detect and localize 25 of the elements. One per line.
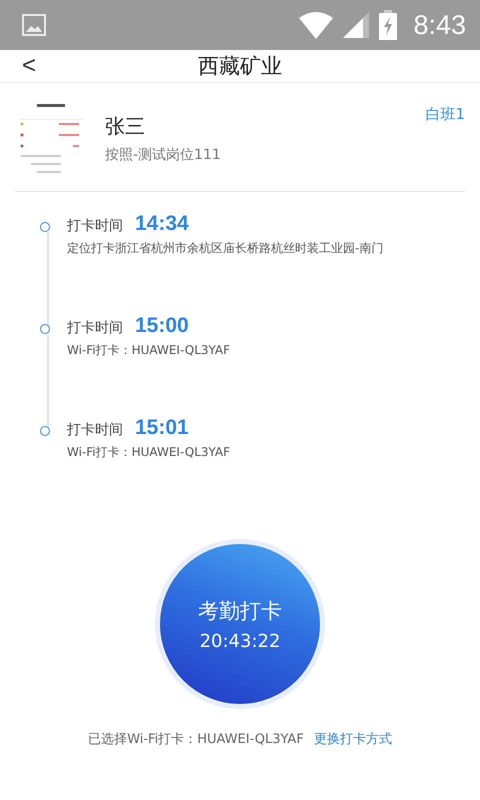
signal-icon <box>343 12 370 38</box>
back-button[interactable]: < <box>18 52 40 80</box>
record-time: 15:00 <box>135 314 189 338</box>
battery-icon <box>379 10 398 40</box>
shift-label: 白班1 <box>425 105 465 124</box>
selected-method-text: 已选择Wi-Fi打卡：HUAWEI-QL3YAF <box>88 731 304 749</box>
position-text: 按照-测试岗位111 <box>105 146 222 164</box>
clock-in-button[interactable]: 考勤打卡 20:43:22 <box>160 544 320 704</box>
record-label: 打卡时间 <box>67 217 123 235</box>
record-detail: 定位打卡浙江省杭州市余杭区庙长桥路杭丝时装工业园-南门 <box>67 240 384 257</box>
image-icon <box>22 14 46 36</box>
wifi-icon <box>299 11 334 39</box>
record-label: 打卡时间 <box>67 421 123 439</box>
page-title: 西藏矿业 <box>197 53 283 79</box>
record-detail: Wi-Fi打卡：HUAWEI-QL3YAF <box>67 342 230 359</box>
record-label: 打卡时间 <box>67 319 123 337</box>
record-time: 14:34 <box>135 212 189 236</box>
employee-name: 张三 <box>105 112 146 140</box>
timeline-dot <box>40 324 50 334</box>
change-method-link[interactable]: 更换打卡方式 <box>314 730 392 780</box>
timeline-dot <box>40 426 50 436</box>
record-detail: Wi-Fi打卡：HUAWEI-QL3YAF <box>67 444 230 461</box>
status-time: 8:43 <box>413 10 466 40</box>
timeline-dot <box>40 222 50 232</box>
record-time: 15:01 <box>135 416 189 440</box>
